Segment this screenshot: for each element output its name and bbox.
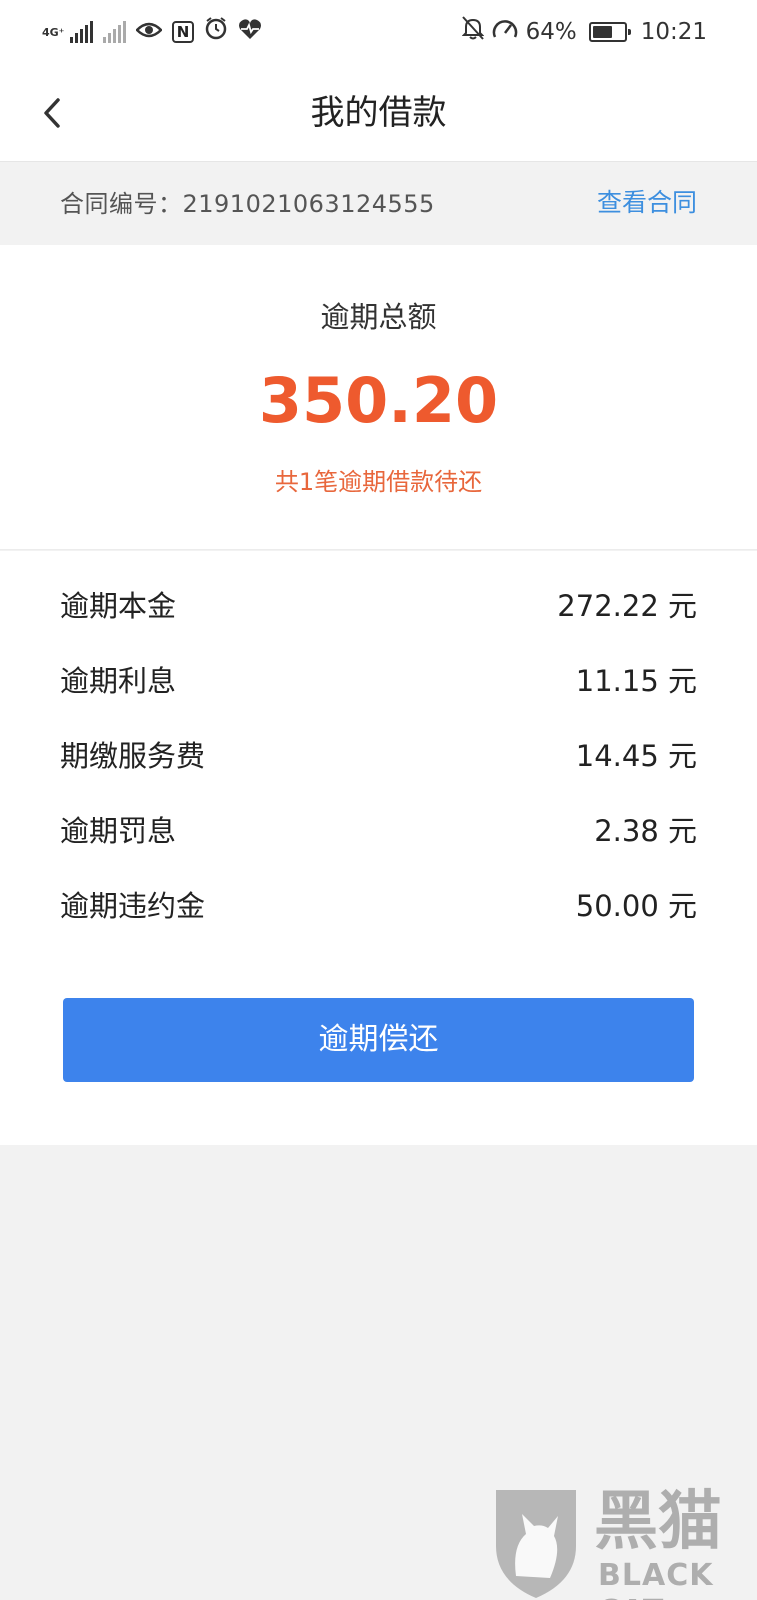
- page-title: 我的借款: [310, 93, 447, 133]
- heart-rate-icon: [238, 16, 262, 48]
- detail-row-principal: 逾期本金 272.22 元: [60, 583, 697, 629]
- eye-icon: [135, 16, 163, 48]
- battery-percent: 64%: [525, 19, 577, 45]
- detail-value: 50.00 元: [575, 889, 697, 923]
- nav-bar: 我的借款: [0, 66, 757, 162]
- overdue-count-text: 共1笔逾期借款待还: [274, 468, 483, 496]
- overdue-total-amount: 350.20: [258, 364, 499, 437]
- detail-row-penalty-interest: 逾期罚息 2.38 元: [60, 808, 697, 854]
- detail-value: 272.22 元: [557, 589, 697, 623]
- detail-value: 14.45 元: [575, 739, 697, 773]
- detail-label: 逾期本金: [60, 589, 177, 623]
- detail-row-service-fee: 期缴服务费 14.45 元: [60, 733, 697, 779]
- contract-bar: 合同编号：2191021063124555 查看合同: [0, 163, 757, 245]
- battery-icon: [588, 22, 631, 42]
- shield-cat-icon: [496, 1490, 576, 1598]
- watermark-zh: 黑猫: [594, 1485, 722, 1559]
- alarm-icon: [204, 16, 228, 48]
- view-contract-link[interactable]: 查看合同: [597, 187, 697, 219]
- overdue-total-title: 逾期总额: [320, 300, 437, 334]
- contract-number: 合同编号：2191021063124555: [60, 190, 435, 218]
- detail-label: 逾期罚息: [60, 814, 177, 848]
- detail-row-default-fee: 逾期违约金 50.00 元: [60, 883, 697, 929]
- detail-label: 逾期利息: [60, 664, 177, 698]
- overdue-repay-button[interactable]: 逾期偿还: [63, 998, 694, 1082]
- signal-icon: [70, 21, 93, 43]
- detail-value: 11.15 元: [575, 664, 697, 698]
- status-left: 4G⁺ N: [42, 16, 262, 48]
- detail-label: 逾期违约金: [60, 889, 206, 923]
- no-signal-icon: [103, 21, 126, 43]
- detail-row-interest: 逾期利息 11.15 元: [60, 658, 697, 704]
- mute-icon: [461, 16, 484, 48]
- overdue-summary: 逾期总额 350.20 共1笔逾期借款待还: [0, 245, 757, 550]
- detail-value: 2.38 元: [594, 814, 697, 848]
- network-type-label: 4G⁺: [42, 25, 65, 39]
- battery-fill: [592, 26, 612, 38]
- black-cat-watermark: 黑猫 BLACK CAT: [486, 1486, 757, 1600]
- status-bar: 4G⁺ N 64% 10:21: [0, 0, 757, 66]
- nfc-icon: N: [172, 21, 194, 43]
- speed-icon: [492, 16, 518, 48]
- overdue-details: 逾期本金 272.22 元 逾期利息 11.15 元 期缴服务费 14.45 元…: [0, 551, 757, 1145]
- watermark-en: BLACK CAT: [598, 1558, 714, 1600]
- clock: 10:21: [640, 19, 707, 45]
- detail-label: 期缴服务费: [60, 739, 206, 773]
- status-right: 64% 10:21: [461, 16, 707, 48]
